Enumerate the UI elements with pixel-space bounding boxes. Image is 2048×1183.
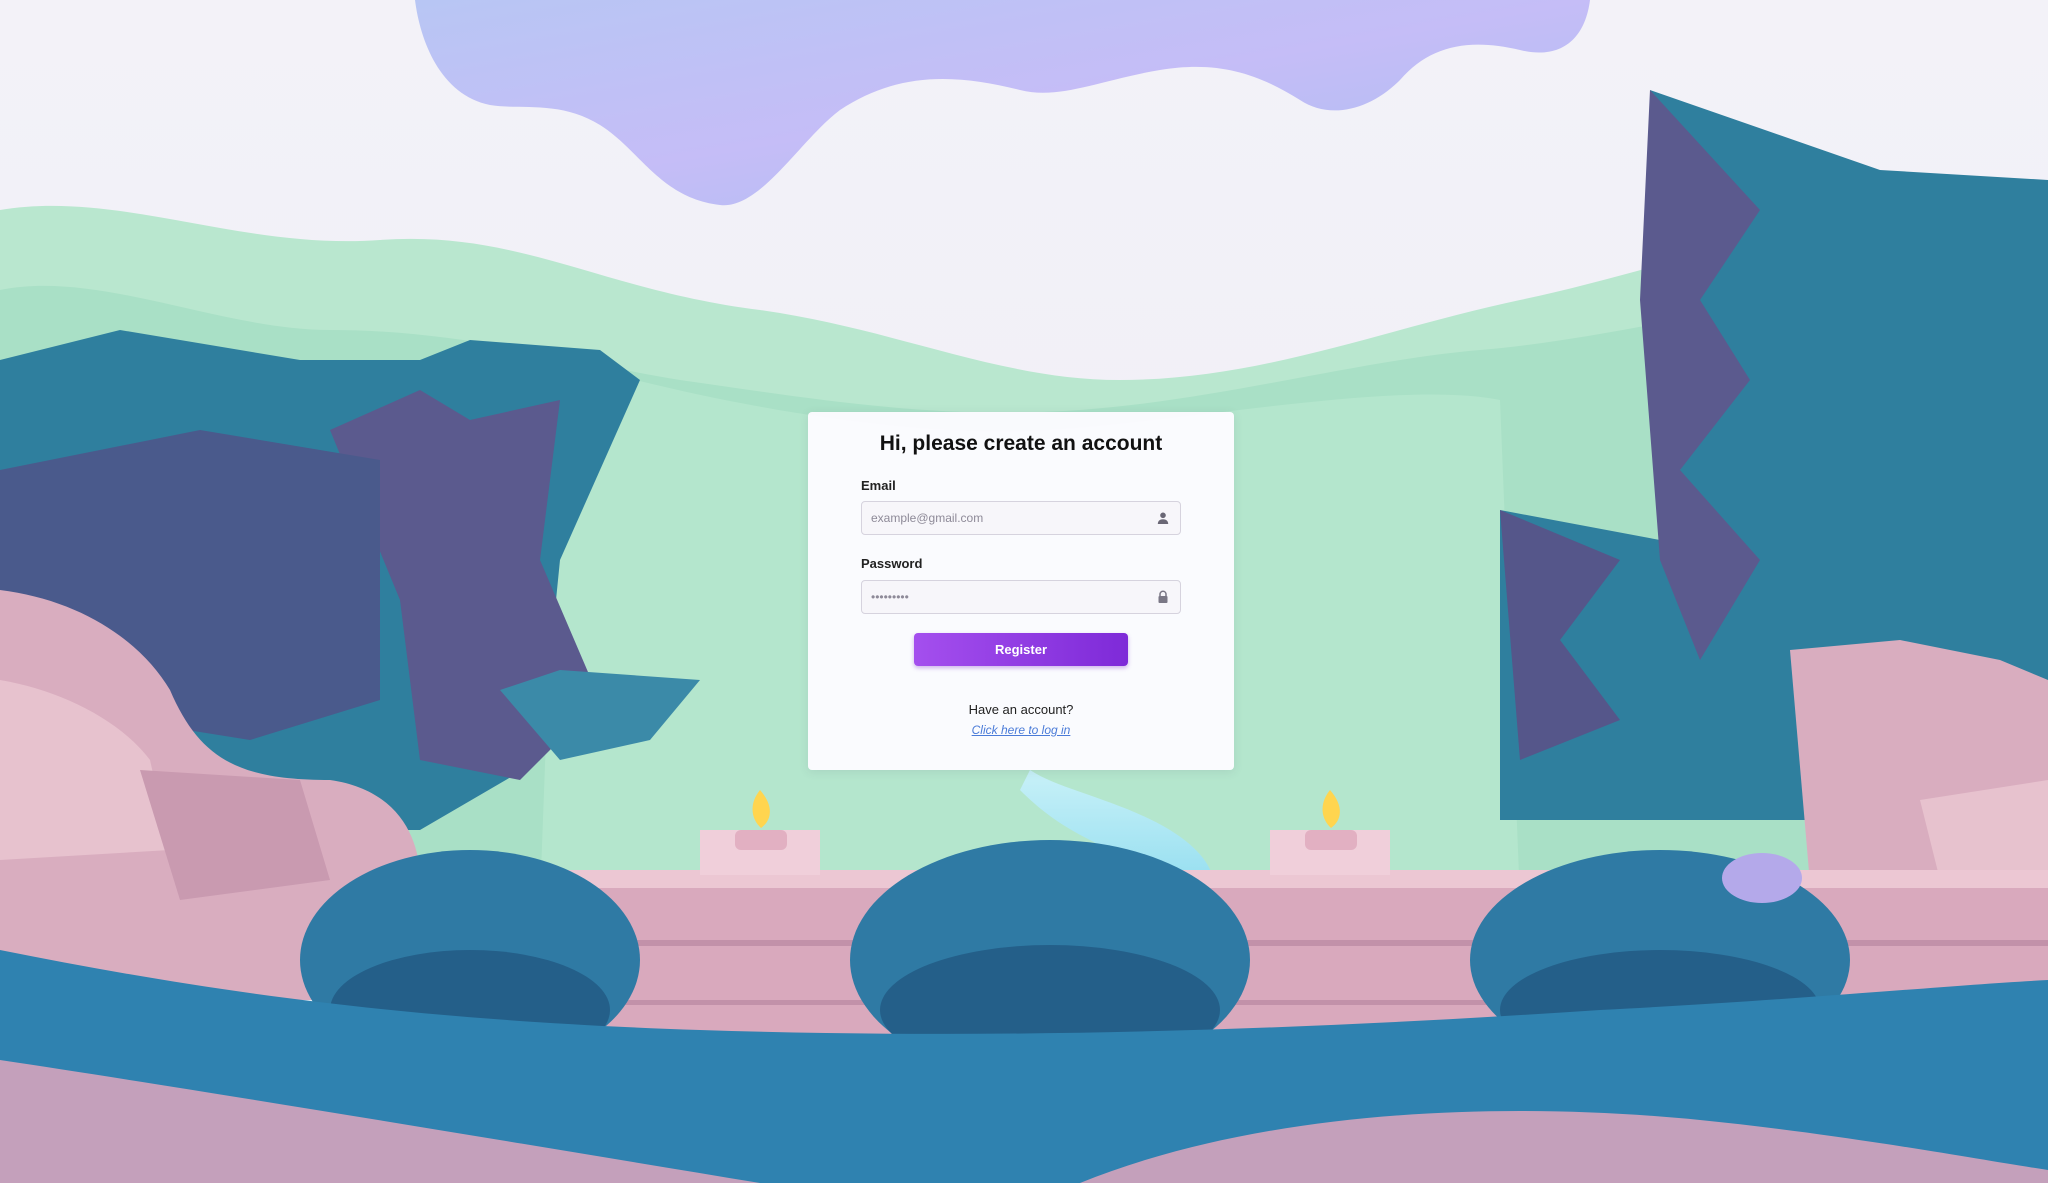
have-account-text: Have an account?	[968, 702, 1074, 717]
user-icon	[1157, 512, 1169, 524]
password-label: Password	[861, 556, 923, 571]
lock-icon	[1158, 590, 1168, 603]
password-input[interactable]	[862, 581, 1142, 613]
password-field-container	[861, 580, 1181, 614]
login-link[interactable]: Click here to log in	[808, 723, 1234, 737]
email-input[interactable]	[862, 502, 1142, 534]
email-label: Email	[861, 478, 896, 493]
page-title: Hi, please create an account	[879, 432, 1163, 455]
email-field-container	[861, 501, 1181, 535]
register-button[interactable]: Register	[914, 633, 1128, 666]
register-card: Hi, please create an account Email Passw…	[808, 412, 1234, 770]
